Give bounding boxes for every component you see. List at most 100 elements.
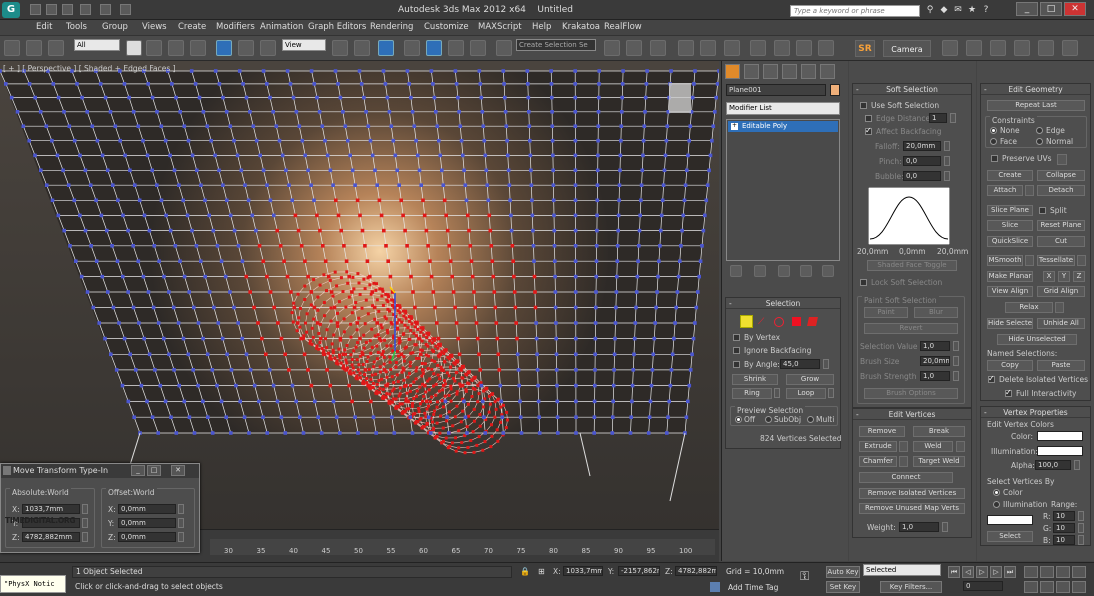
edge-distance-checkbox[interactable] (865, 115, 872, 122)
select-and-manipulate-icon[interactable] (354, 40, 370, 56)
alpha-field[interactable]: 100,0 (1035, 460, 1071, 470)
affect-backfacing-checkbox[interactable] (865, 126, 872, 135)
edit-geometry-header[interactable]: - Edit Geometry (981, 84, 1090, 95)
abs-x-spinner[interactable] (82, 504, 88, 514)
weight-spinner[interactable] (942, 522, 948, 532)
menu-views[interactable]: Views (142, 22, 167, 32)
hierarchy-tab-icon[interactable] (763, 64, 778, 79)
select-object-icon[interactable] (126, 40, 142, 56)
plugin-tool-6-icon[interactable] (1062, 40, 1078, 56)
favorites-icon[interactable]: ★ (966, 4, 978, 16)
absolute-mode-icon[interactable]: ⊞ (538, 567, 548, 577)
mirror-icon[interactable] (604, 40, 620, 56)
orbit-icon[interactable] (1056, 581, 1070, 593)
help-icon[interactable]: ? (980, 4, 992, 16)
selection-rollout-header[interactable]: - Selection (726, 298, 840, 309)
collapse-button[interactable]: Collapse (1037, 170, 1085, 181)
maximize-button[interactable]: □ (1040, 2, 1062, 16)
falloff-field[interactable]: 20,0mm (903, 141, 941, 151)
chamfer-button[interactable]: Chamfer (859, 456, 897, 467)
illumination-swatch[interactable] (1037, 446, 1083, 456)
close-button[interactable]: ✕ (1064, 2, 1086, 16)
planar-x-button[interactable]: X (1043, 271, 1055, 282)
preserve-uvs-settings-icon[interactable] (1057, 154, 1067, 165)
snaps-toggle-icon[interactable] (404, 40, 420, 56)
tessellate-button[interactable]: Tessellate (1037, 255, 1075, 266)
field-of-view-icon[interactable] (1024, 581, 1038, 593)
polygon-mode-icon[interactable] (792, 317, 801, 326)
by-angle-checkbox[interactable] (733, 361, 740, 368)
brush-size-field[interactable]: 20,0mm (920, 356, 950, 366)
range-b-spinner[interactable] (1078, 535, 1084, 545)
extrude-settings-icon[interactable] (899, 441, 908, 452)
menu-maxscript[interactable]: MAXScript (478, 22, 522, 32)
paint-button[interactable]: Paint (864, 307, 908, 318)
abs-y-spinner[interactable] (82, 518, 88, 528)
remove-button[interactable]: Remove (859, 426, 905, 437)
menu-graph-editors[interactable]: Graph Editors (308, 22, 366, 32)
alpha-spinner[interactable] (1074, 460, 1080, 470)
soft-selection-header[interactable]: - Soft Selection (853, 84, 971, 95)
menu-edit[interactable]: Edit (36, 22, 52, 32)
select-by-color-radio[interactable] (993, 489, 1000, 496)
dialog-title[interactable]: Move Transform Type-In (1, 464, 199, 478)
search-binoculars-icon[interactable]: ⚲ (924, 4, 936, 16)
bubble-spinner[interactable] (944, 171, 950, 181)
reset-plane-button[interactable]: Reset Plane (1037, 220, 1085, 231)
rendered-frame-window-icon[interactable] (796, 40, 812, 56)
create-button[interactable]: Create (987, 170, 1033, 181)
preserve-uvs-checkbox[interactable] (991, 155, 998, 162)
msmooth-button[interactable]: MSmooth (987, 255, 1023, 266)
named-selection-set-dropdown[interactable]: Create Selection Se (516, 39, 596, 51)
go-to-end-icon[interactable]: ⏭ (1004, 566, 1016, 578)
edit-named-selection-icon[interactable] (496, 40, 512, 56)
detach-button[interactable]: Detach (1037, 185, 1085, 196)
stack-expand-icon[interactable]: + (731, 123, 738, 130)
constraint-normal-radio[interactable] (1036, 138, 1043, 145)
select-and-scale-icon[interactable] (260, 40, 276, 56)
dialog-maximize-button[interactable]: □ (147, 465, 161, 476)
blur-button[interactable]: Blur (914, 307, 958, 318)
plugin-tool-4-icon[interactable] (1014, 40, 1030, 56)
menu-krakatoa[interactable]: Krakatoa (562, 22, 600, 32)
pinch-field[interactable]: 0,0 (903, 156, 941, 166)
zoom-all-icon[interactable] (1040, 566, 1054, 578)
status-y-field[interactable]: -2157,862r (618, 566, 660, 576)
app-logo-icon[interactable]: G (2, 2, 20, 18)
menu-tools[interactable]: Tools (66, 22, 87, 32)
keyboard-shortcut-override-icon[interactable] (378, 40, 394, 56)
viewport-label[interactable]: [ + ] [ Perspective ] [ Shaded + Edged F… (3, 64, 176, 73)
zoom-extents-all-icon[interactable] (1072, 566, 1086, 578)
brush-options-button[interactable]: Brush Options (864, 388, 958, 399)
viewport-canvas[interactable] (0, 61, 719, 529)
full-interactivity-checkbox[interactable] (1005, 388, 1012, 397)
quickslice-button[interactable]: QuickSlice (987, 236, 1033, 247)
previous-frame-icon[interactable]: ◁ (962, 566, 974, 578)
preview-off-radio[interactable] (735, 416, 742, 423)
plugin-tool-2-icon[interactable] (966, 40, 982, 56)
select-and-rotate-icon[interactable] (238, 40, 254, 56)
weld-button[interactable]: Weld (913, 441, 953, 452)
percent-snap-icon[interactable] (448, 40, 464, 56)
time-tag-icon[interactable] (710, 582, 720, 592)
redo-icon[interactable] (100, 4, 111, 15)
undo-icon[interactable] (80, 4, 91, 15)
pan-view-icon[interactable] (1040, 581, 1054, 593)
add-time-tag-button[interactable]: Add Time Tag (728, 583, 778, 592)
make-planar-button[interactable]: Make Planar (987, 271, 1033, 282)
physx-notice-listener[interactable]: "PhysX Notic (0, 575, 66, 593)
unlink-icon[interactable] (26, 40, 42, 56)
zoom-icon[interactable] (1024, 566, 1038, 578)
project-folder-icon[interactable] (120, 4, 131, 15)
ring-button[interactable]: Ring (732, 388, 772, 399)
material-editor-icon[interactable] (750, 40, 766, 56)
camera-button[interactable]: Camera (883, 40, 931, 57)
abs-z-field[interactable]: 4782,882mm (22, 532, 80, 542)
graphite-toolbar-icon[interactable] (678, 40, 694, 56)
edge-mode-icon[interactable]: ⟋ (758, 317, 768, 327)
make-unique-icon[interactable] (778, 265, 790, 277)
show-end-result-icon[interactable] (754, 265, 766, 277)
off-z-spinner[interactable] (178, 532, 184, 542)
edge-distance-field[interactable]: 1 (929, 113, 947, 123)
remove-modifier-icon[interactable] (800, 265, 812, 277)
